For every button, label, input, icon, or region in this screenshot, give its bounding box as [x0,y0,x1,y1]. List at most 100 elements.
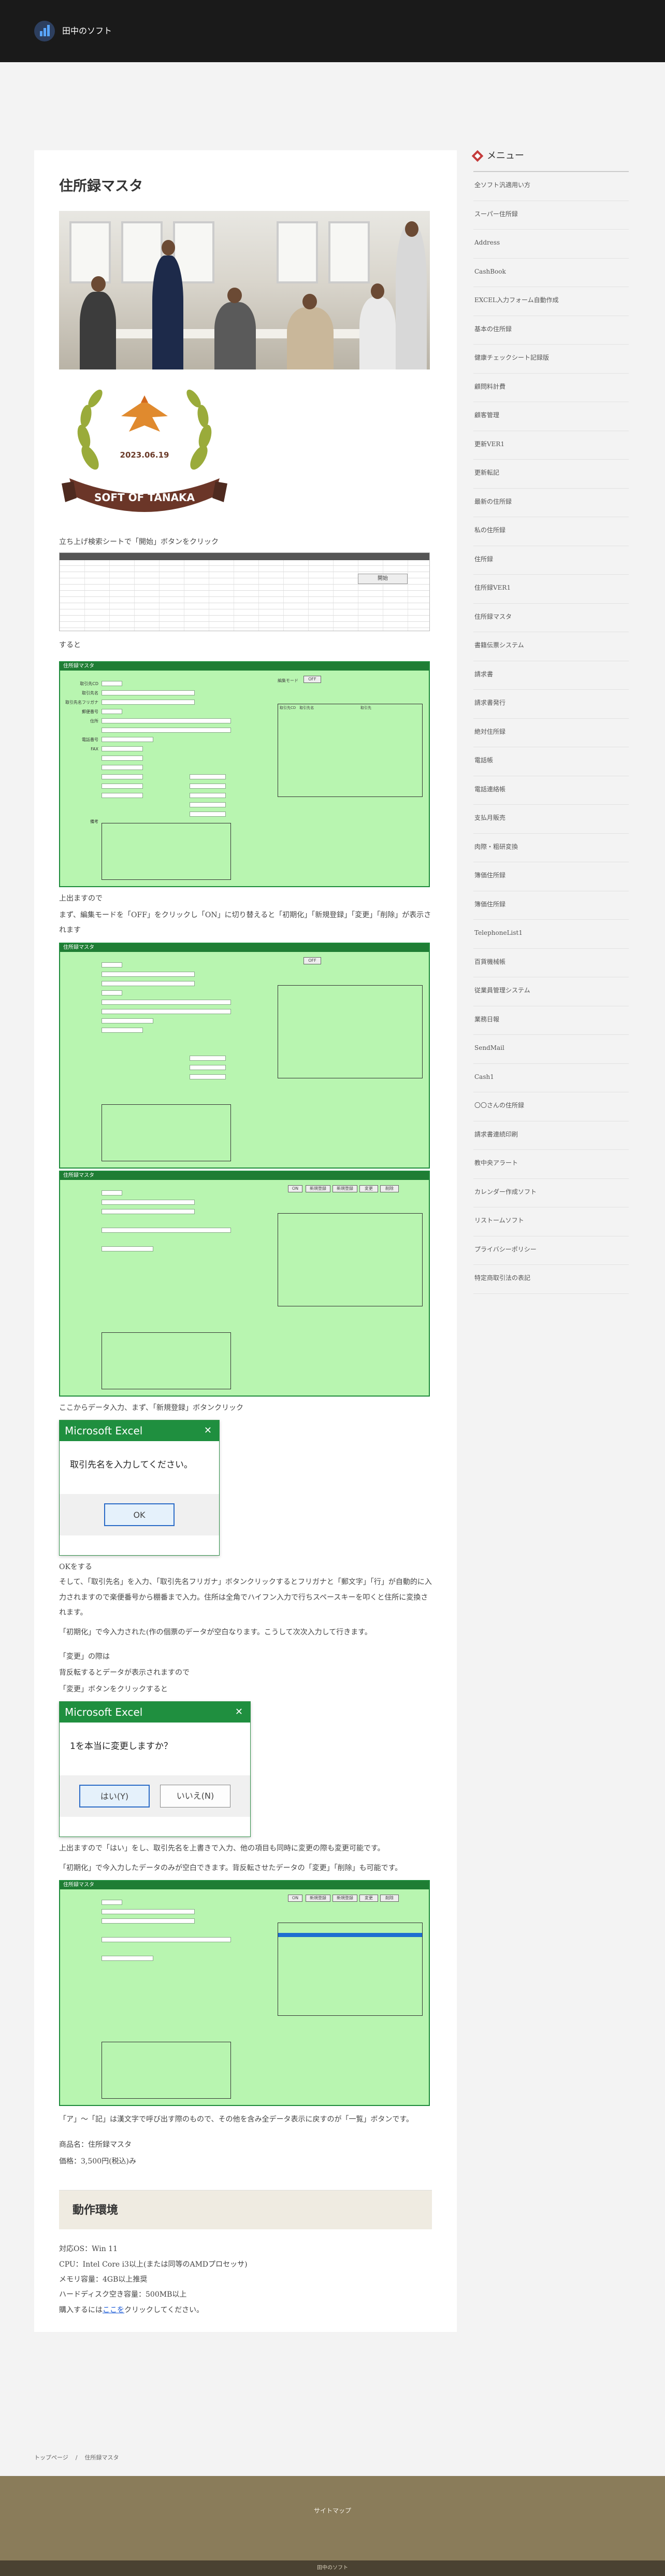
site-name[interactable]: 田中のソフト [62,23,112,39]
form2-field-note[interactable] [102,1104,231,1161]
form-field-kana[interactable] [102,700,195,705]
form4-button-4[interactable]: 削除 [380,1894,399,1902]
sidebar-menu-item[interactable]: 全ソフト汎適用い方 [473,172,629,201]
sidebar-menu-item[interactable]: 更新VER1 [473,431,629,460]
form2-field-cd[interactable] [102,962,122,967]
form2-edit-mode-toggle[interactable]: OFF [303,957,321,964]
dialog1-ok-button[interactable]: OK [104,1503,175,1527]
form3-button-3[interactable]: 変更 [359,1185,378,1192]
sidebar-menu-item[interactable]: 私の住所録 [473,517,629,546]
form-field-zip[interactable] [102,709,122,715]
start-button[interactable]: 開始 [358,573,408,584]
form4-field-name[interactable] [102,1909,195,1914]
form2-field-tel[interactable] [102,1018,153,1023]
form3-button-2[interactable]: 新規登録 [332,1185,357,1192]
sidebar-menu-item[interactable]: 住所録VER1 [473,575,629,604]
sidebar-menu-item[interactable]: 基本の住所録 [473,316,629,345]
form4-field-address[interactable] [102,1937,231,1942]
form-field-f[interactable] [190,774,226,780]
form4-field-cd[interactable] [102,1899,122,1905]
site-logo[interactable]: 田中のソフト [34,21,112,41]
sidebar-menu-item[interactable]: 従業員管理システム [473,977,629,1006]
form-field-h[interactable] [190,793,226,799]
form-field-address-2[interactable] [102,728,231,733]
form3-field-kana[interactable] [102,1208,195,1214]
form4-edit-mode-toggle[interactable]: ON [288,1894,302,1902]
form-field-name[interactable] [102,690,195,696]
form-field-address[interactable] [102,718,231,724]
form3-field-cd[interactable] [102,1190,122,1196]
form3-button-4[interactable]: 削除 [380,1185,399,1192]
sidebar-menu-item[interactable]: 教中央アラート [473,1150,629,1179]
form2-field-g[interactable] [190,1064,226,1070]
form2-field-f[interactable] [190,1055,226,1061]
sidebar-menu-item[interactable]: SendMail [473,1035,629,1064]
form-field-cd[interactable] [102,681,122,687]
form-field-a[interactable] [102,756,143,761]
sidebar-menu-item[interactable]: 住所録 [473,546,629,575]
form3-field-address[interactable] [102,1227,231,1233]
sidebar-menu-item[interactable]: CashBook [473,259,629,288]
sidebar-menu-item[interactable]: 簿価住所録 [473,891,629,920]
form-field-d[interactable] [102,784,143,789]
form4-button-3[interactable]: 変更 [359,1894,378,1902]
record-list[interactable] [278,704,423,798]
form2-field-name[interactable] [102,971,195,977]
sidebar-menu-item[interactable]: 〇〇さんの住所録 [473,1092,629,1121]
form-field-b[interactable] [102,765,143,771]
sidebar-menu-item[interactable]: 百貨機械帳 [473,949,629,978]
form2-field-address[interactable] [102,999,231,1005]
form3-field-note[interactable] [102,1332,231,1389]
form-field-e[interactable] [102,793,143,799]
sidebar-menu-item[interactable]: 絶対住所録 [473,719,629,748]
breadcrumb-home[interactable]: トップページ [34,2453,68,2464]
sidebar-menu-item[interactable]: 特定商取引法の表記 [473,1265,629,1294]
form-field-tel[interactable] [102,737,153,743]
form4-field-kana[interactable] [102,1918,195,1924]
dialog2-no-button[interactable]: いいえ(N) [160,1785,230,1808]
sidebar-menu-item[interactable]: 請求書発行 [473,690,629,719]
form3-edit-mode-toggle[interactable]: ON [288,1185,302,1192]
sidebar-menu-item[interactable]: 書籍伝票システム [473,632,629,661]
form4-button-1[interactable]: 新規登録 [306,1894,330,1902]
sidebar-menu-item[interactable]: 顧問料計費 [473,374,629,403]
form4-field-note[interactable] [102,2041,231,2099]
sidebar-menu-item[interactable]: Cash1 [473,1064,629,1093]
sidebar-menu-item[interactable]: 請求書連続印刷 [473,1121,629,1150]
sidebar-menu-item[interactable]: TelephoneList1 [473,920,629,949]
sidebar-menu-item[interactable]: 健康チェックシート記録版 [473,345,629,374]
form-field-note[interactable] [102,823,231,880]
sitemap-link[interactable]: サイトマップ [0,2505,665,2517]
dialog2-yes-button[interactable]: はい(Y) [79,1785,150,1808]
form-field-j[interactable] [190,812,226,817]
form2-field-address-2[interactable] [102,1008,231,1014]
form4-field-tel[interactable] [102,1955,153,1961]
sidebar-menu-item[interactable]: Address [473,230,629,259]
form-field-g[interactable] [190,784,226,789]
sidebar-menu-item[interactable]: 肉際・粗研変換 [473,834,629,863]
sidebar-menu-item[interactable]: 顧客管理 [473,402,629,431]
sidebar-menu-item[interactable]: 請求書 [473,661,629,690]
form3-record-list[interactable] [278,1213,423,1306]
form-field-i[interactable] [190,802,226,808]
sidebar-menu-item[interactable]: 業務日報 [473,1006,629,1035]
form-field-c[interactable] [102,774,143,780]
form3-field-name[interactable] [102,1199,195,1205]
edit-mode-toggle[interactable]: OFF [303,676,321,684]
sidebar-menu-item[interactable]: 支払月販売 [473,805,629,834]
form2-record-list[interactable] [278,985,423,1078]
sidebar-menu-item[interactable]: リストームソフト [473,1207,629,1236]
form2-field-h[interactable] [190,1074,226,1079]
close-icon-2[interactable]: ✕ [235,1702,243,1723]
sidebar-menu-item[interactable]: スーパー住所録 [473,201,629,230]
form2-field-kana[interactable] [102,980,195,986]
sidebar-menu-item[interactable]: 電話帳 [473,747,629,776]
sidebar-menu-item[interactable]: 電話連絡帳 [473,776,629,805]
sidebar-menu-item[interactable]: 住所録マスタ [473,604,629,633]
form4-button-2[interactable]: 新規登録 [332,1894,357,1902]
sidebar-menu-item[interactable]: 簿価住所録 [473,862,629,891]
sidebar-menu-item[interactable]: プライバシーポリシー [473,1236,629,1265]
sidebar-menu-item[interactable]: EXCEL入力フォーム自動作成 [473,287,629,316]
sidebar-menu-item[interactable]: カレンダー作成ソフト [473,1179,629,1208]
purchase-link[interactable]: ここを [103,2306,124,2314]
